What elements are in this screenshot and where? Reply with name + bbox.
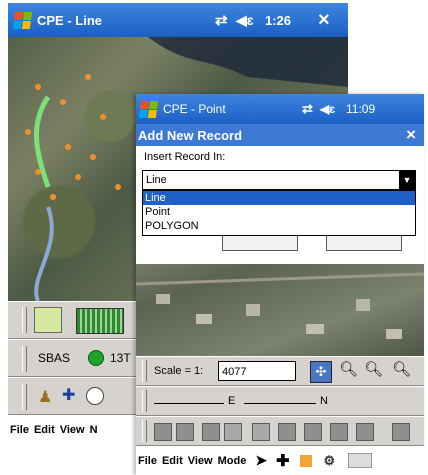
back-menu-edit[interactable]: Edit	[34, 424, 55, 436]
sbas-label: SBAS	[38, 351, 71, 365]
scale-toolbar: Scale = 1: 4077 ✣ 🔍︎ 🔍︎ 🔍︎	[136, 356, 424, 386]
front-titlebar: CPE - Point ⇄ ◀ɛ 11:09	[136, 94, 424, 124]
tool-button-5[interactable]	[252, 423, 270, 441]
volume-icon[interactable]: ◀ɛ	[236, 12, 254, 29]
tool-button-2[interactable]	[176, 423, 194, 441]
layers-icon[interactable]	[34, 307, 62, 333]
circle-tool-icon[interactable]	[86, 387, 104, 405]
dialog-titlebar: Add New Record ×	[136, 124, 424, 146]
tool-button-8[interactable]	[330, 423, 348, 441]
zoom-out-icon[interactable]: 🔍︎	[364, 360, 383, 378]
back-menu-view[interactable]: View	[60, 424, 85, 436]
back-close-icon[interactable]: ×	[318, 9, 330, 32]
scale-label: Scale = 1:	[154, 365, 204, 377]
zoom-extent-icon[interactable]: ✣	[310, 361, 332, 383]
keyboard-icon[interactable]	[348, 453, 373, 468]
crosshair-tool-icon[interactable]: ✚	[276, 451, 289, 471]
option-line[interactable]: Line	[143, 191, 415, 205]
back-titlebar: CPE - Line ⇄ ◀ɛ 1:26 ×	[8, 3, 348, 37]
back-window-title: CPE - Line	[37, 12, 103, 28]
front-menu-mode[interactable]: Mode	[218, 455, 247, 467]
dialog-cancel-button[interactable]	[326, 236, 402, 251]
tool-button-4[interactable]	[224, 423, 242, 441]
tool-button-7[interactable]	[304, 423, 322, 441]
tool-button-3[interactable]	[202, 423, 220, 441]
tool-button-9[interactable]	[356, 423, 374, 441]
option-point[interactable]: Point	[143, 205, 415, 219]
dialog-title: Add New Record	[138, 127, 243, 143]
back-menu-mode[interactable]: N	[90, 424, 98, 436]
record-type-options: Line Point POLYGON	[142, 190, 416, 236]
settings-tool-icon[interactable]: ⚙	[323, 453, 335, 469]
windows-start-icon[interactable]	[12, 11, 33, 29]
status-ok-icon	[88, 350, 104, 366]
northing-blank	[244, 403, 316, 404]
easting-label: E	[228, 395, 236, 407]
insert-record-label: Insert Record In:	[144, 151, 226, 163]
tool-button-6[interactable]	[278, 423, 296, 441]
option-polygon[interactable]: POLYGON	[143, 219, 415, 233]
pointer-tool-icon[interactable]: ➤	[255, 452, 267, 469]
front-menu-edit[interactable]: Edit	[162, 455, 183, 467]
zoom-window-icon[interactable]: 🔍︎	[392, 360, 411, 378]
record-type-select[interactable]: Line ▼	[142, 170, 416, 190]
back-menu-file[interactable]: File	[10, 424, 29, 436]
front-menu-view[interactable]: View	[188, 455, 213, 467]
grid-icon[interactable]	[76, 308, 124, 334]
gps-tool-icon[interactable]	[300, 454, 313, 467]
dialog-close-icon[interactable]: ×	[406, 125, 416, 145]
add-point-icon[interactable]: ✚	[62, 385, 75, 405]
front-menubar: File Edit View Mode ➤ ✚ ⚙	[136, 446, 426, 475]
dialog-ok-button[interactable]	[222, 236, 298, 251]
tools-toolbar	[136, 416, 424, 446]
back-clock[interactable]: 1:26	[265, 13, 291, 28]
front-window-title: CPE - Point	[163, 102, 226, 116]
front-connectivity-icon[interactable]: ⇄	[302, 101, 313, 117]
windows-start-icon-front[interactable]	[138, 100, 159, 118]
selected-record-type: Line	[146, 174, 167, 186]
zoom-in-icon[interactable]: 🔍︎	[339, 360, 358, 378]
tool-button-10[interactable]	[392, 423, 410, 441]
dropdown-arrow-icon[interactable]: ▼	[399, 171, 415, 189]
satellite-count: 13T	[110, 351, 131, 365]
easting-blank	[154, 403, 224, 404]
add-record-dialog: Add New Record × Insert Record In: Line …	[136, 124, 424, 264]
tool-button-1[interactable]	[154, 423, 172, 441]
front-menu-file[interactable]: File	[138, 455, 157, 467]
gps-user-icon[interactable]: ♟	[38, 387, 52, 407]
connectivity-icon[interactable]: ⇄	[215, 11, 228, 29]
front-clock[interactable]: 11:09	[346, 102, 375, 116]
northing-label: N	[320, 395, 328, 407]
coordinates-toolbar: E N	[136, 386, 424, 416]
front-volume-icon[interactable]: ◀ɛ	[320, 102, 335, 116]
scale-input[interactable]: 4077	[218, 361, 296, 381]
front-window: CPE - Point ⇄ ◀ɛ 11:09 Add New Record × …	[136, 94, 426, 475]
